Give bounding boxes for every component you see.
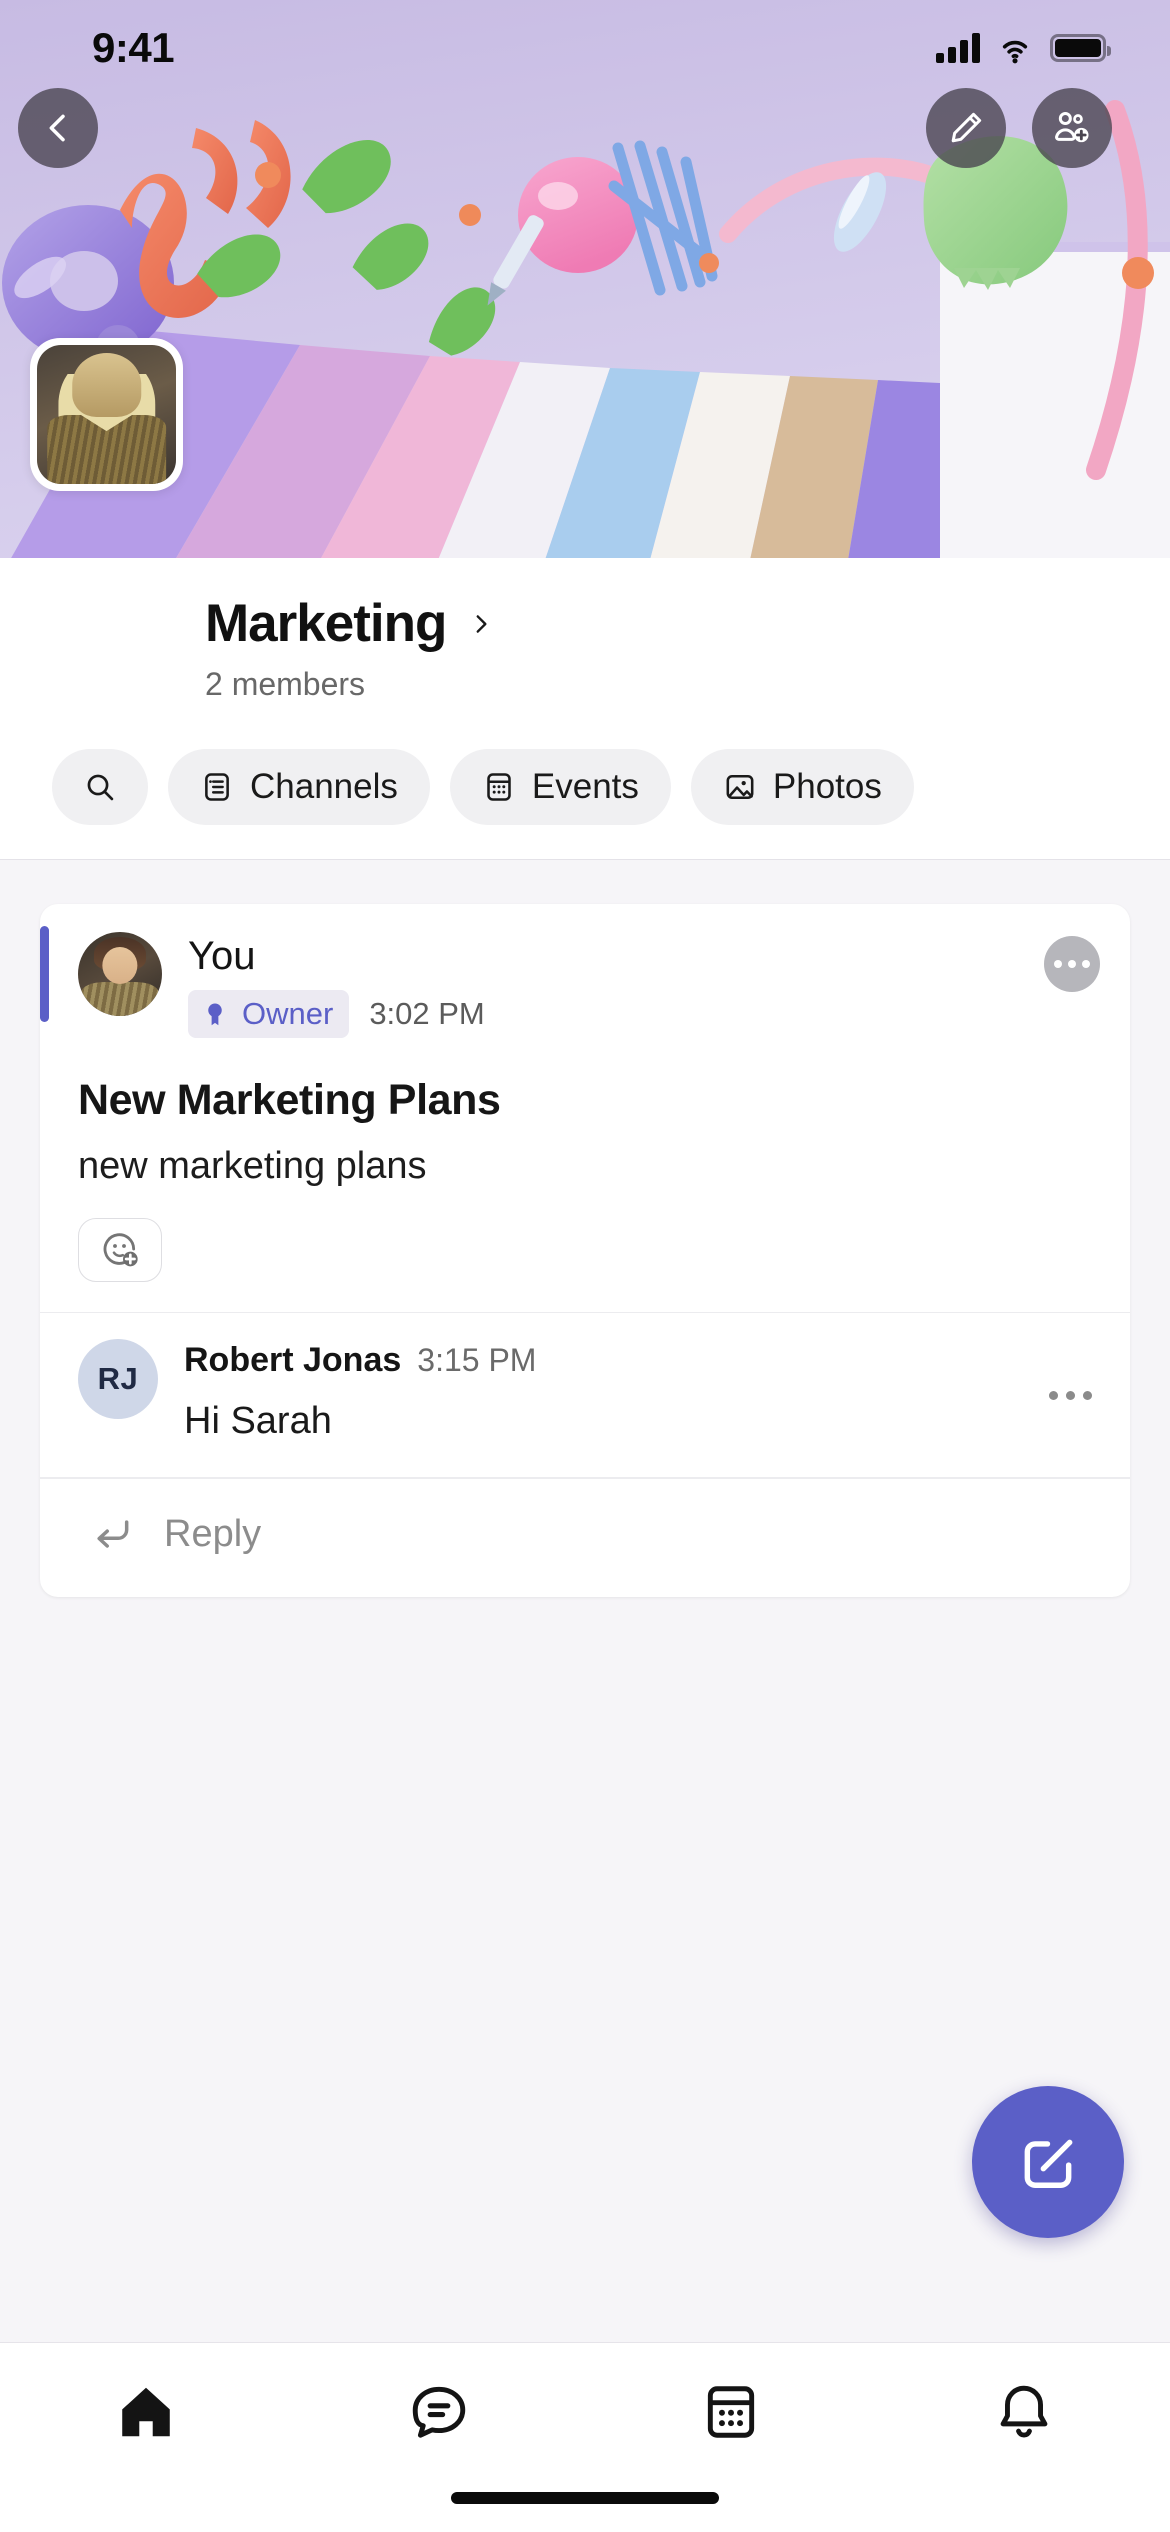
add-reaction-button[interactable] <box>78 1217 162 1282</box>
avatar <box>78 931 162 1016</box>
compose-icon <box>1024 2139 1073 2188</box>
group-avatar-photo <box>37 345 176 484</box>
tab-home[interactable] <box>0 2381 293 2443</box>
channels-chip[interactable]: Channels <box>168 748 430 825</box>
add-reaction-icon <box>103 1233 138 1266</box>
app-root: 9:41 Marketing 2 members Channels Events… <box>0 0 1170 2532</box>
reply-author: Robert Jonas <box>184 1341 402 1380</box>
photos-chip-label: Photos <box>772 766 882 806</box>
calendar-icon <box>487 772 511 801</box>
cellular-bars-icon <box>936 33 980 63</box>
reply-message: RJ Robert Jonas 3:15 PM Hi Sarah <box>40 1313 1130 1477</box>
message-thread: You Owner 3:02 PM New Marketing Plans ne… <box>0 859 1170 2342</box>
chevron-right-icon <box>476 615 487 633</box>
back-button[interactable] <box>18 88 98 168</box>
wifi-icon <box>1002 40 1028 64</box>
reply-arrow-icon <box>97 1520 129 1548</box>
add-people-icon <box>1054 112 1089 143</box>
chevron-left-icon <box>49 114 65 142</box>
search-icon <box>87 774 114 800</box>
home-icon <box>122 2387 171 2437</box>
calendar-icon <box>708 2386 755 2438</box>
add-people-button[interactable] <box>1032 88 1112 168</box>
message-body: new marketing plans <box>78 1144 427 1187</box>
thread-card: You Owner 3:02 PM New Marketing Plans ne… <box>40 903 1130 1597</box>
bell-icon <box>1000 2385 1048 2438</box>
filter-chip-row: Channels Events Photos <box>0 720 1170 860</box>
chat-icon <box>412 2386 465 2438</box>
status-badge: Owner <box>188 989 350 1038</box>
more-options-button[interactable] <box>1041 1347 1100 1443</box>
group-avatar[interactable] <box>30 338 183 491</box>
image-icon <box>726 774 754 799</box>
channels-chip-label: Channels <box>250 766 398 806</box>
avatar: RJ <box>78 1339 158 1420</box>
search-chip[interactable] <box>52 748 148 825</box>
reply-action-label: Reply <box>164 1513 262 1556</box>
reply-timestamp: 3:15 PM <box>417 1342 537 1379</box>
battery-full-icon <box>1050 34 1111 62</box>
message-timestamp: 3:02 PM <box>369 995 485 1031</box>
tab-chat[interactable] <box>293 2381 586 2443</box>
status-bar: 9:41 <box>0 0 1170 96</box>
message-title: New Marketing Plans <box>78 1075 501 1124</box>
home-indicator <box>451 2492 719 2504</box>
events-chip-label: Events <box>531 766 639 806</box>
member-count: 2 members <box>205 665 366 702</box>
award-icon <box>208 1003 222 1025</box>
root-message: You Owner 3:02 PM New Marketing Plans ne… <box>40 904 1130 1312</box>
group-profile-header: Marketing 2 members <box>0 338 1170 721</box>
message-author: You <box>188 933 256 978</box>
channels-icon <box>205 772 229 801</box>
events-chip[interactable]: Events <box>449 748 671 825</box>
edit-group-button[interactable] <box>926 88 1006 168</box>
more-options-button[interactable] <box>1044 935 1100 992</box>
tab-notifications[interactable] <box>878 2381 1170 2443</box>
group-title-row[interactable]: Marketing <box>205 596 1170 652</box>
reply-action[interactable]: Reply <box>40 1479 1130 1597</box>
status-indicators <box>936 29 1111 67</box>
pencil-icon <box>951 112 982 143</box>
page-title: Marketing <box>205 594 447 653</box>
compose-fab[interactable] <box>972 2086 1124 2238</box>
photos-chip[interactable]: Photos <box>690 748 914 825</box>
tab-calendar[interactable] <box>585 2381 878 2443</box>
owner-badge-label: Owner <box>242 995 334 1031</box>
reply-body: Hi Sarah <box>184 1400 332 1443</box>
status-time: 9:41 <box>92 24 175 71</box>
